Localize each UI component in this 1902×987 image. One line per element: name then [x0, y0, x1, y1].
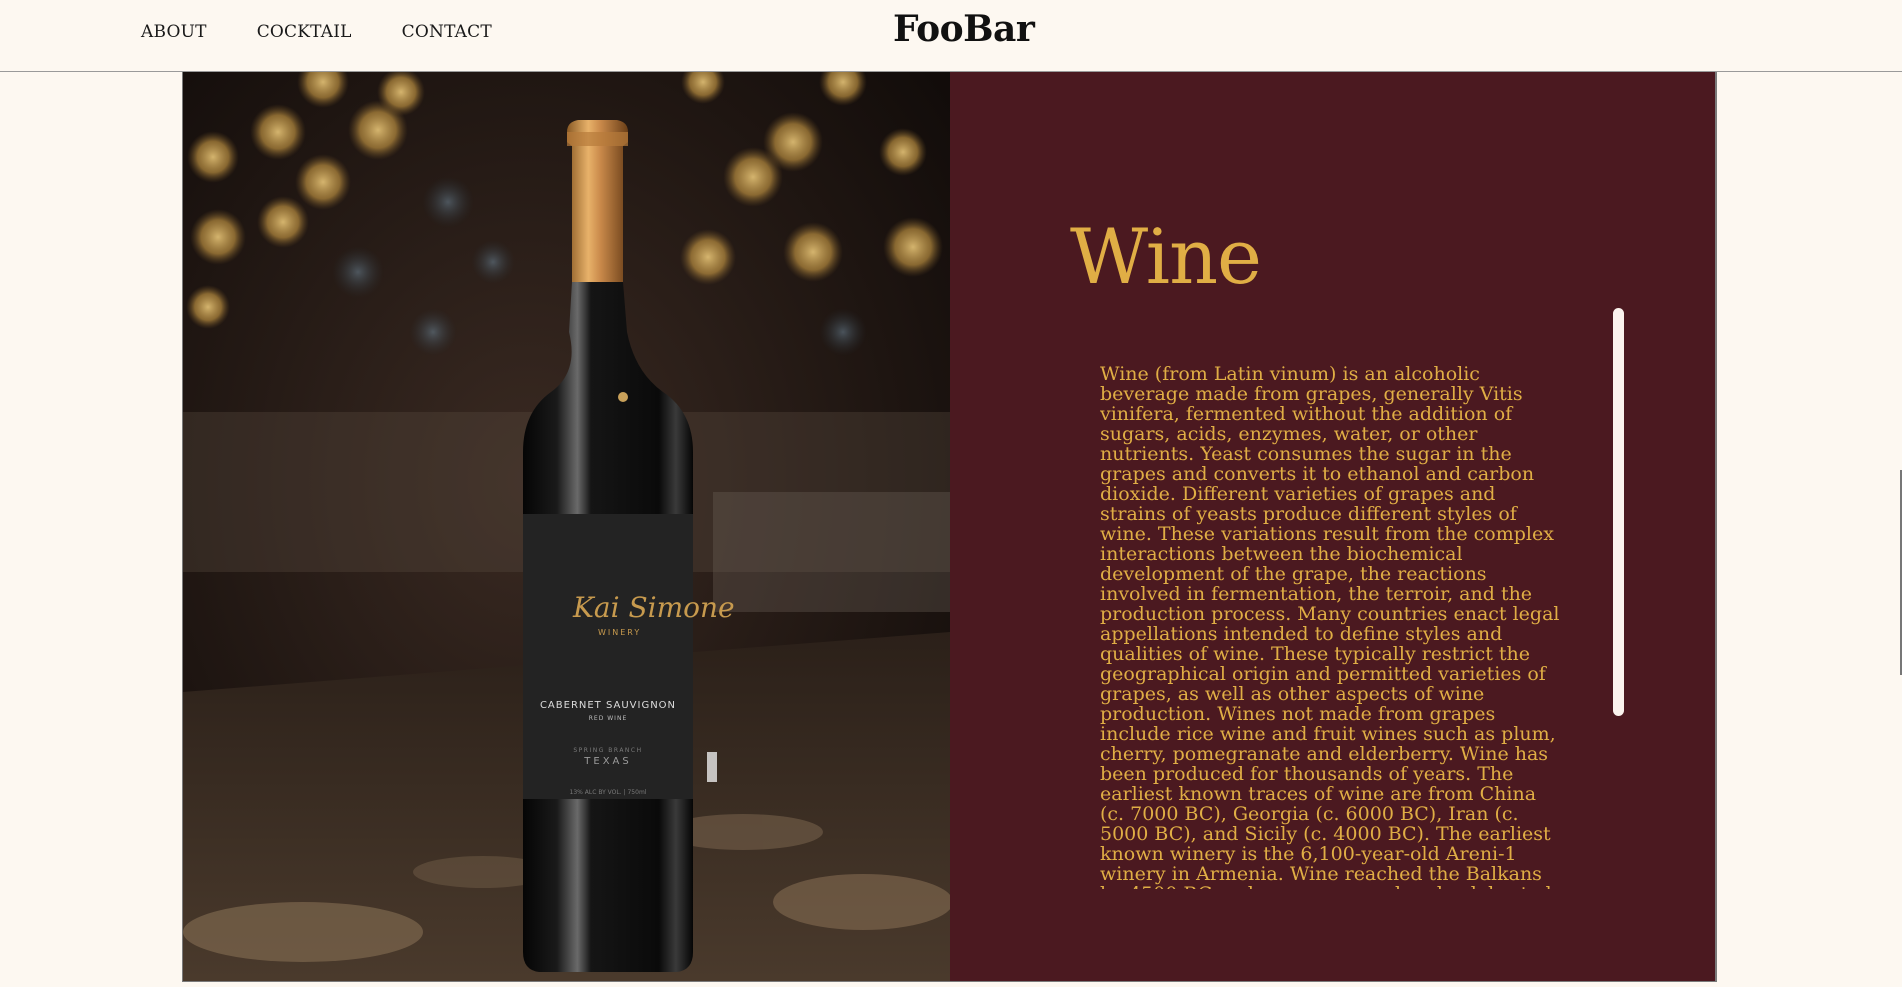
- bottle-label-varietal: CABERNET SAUVIGNON: [540, 700, 676, 711]
- bottle-label-winery: WINERY: [598, 628, 641, 637]
- description-scrollbar[interactable]: [1613, 308, 1624, 716]
- main-nav: ABOUT COCKTAIL CONTACT: [141, 22, 492, 42]
- bottle-label-type: RED WINE: [589, 715, 627, 722]
- page-title: Wine: [1070, 212, 1262, 301]
- description-scroll-area[interactable]: Wine (from Latin vinum) is an alcoholic …: [1100, 364, 1560, 889]
- nav-cocktail-link[interactable]: COCKTAIL: [257, 22, 352, 42]
- bottle-label-abv: 13% ALC BY VOL. | 750ml: [570, 789, 647, 796]
- nav-contact-link[interactable]: CONTACT: [402, 22, 492, 42]
- bottle-label-script: Kai Simone: [572, 591, 735, 624]
- wine-info-panel: Wine Wine (from Latin vinum) is an alcoh…: [950, 72, 1715, 981]
- brand-logo[interactable]: FooBar: [893, 8, 1035, 50]
- bottle-label-origin-small: SPRING BRANCH: [573, 747, 642, 754]
- hero-photo: Kai Simone WINERY CABERNET SAUVIGNON RED…: [183, 72, 950, 981]
- nav-about-link[interactable]: ABOUT: [141, 22, 207, 42]
- bottle-label-origin: TEXAS: [583, 756, 631, 767]
- wine-description: Wine (from Latin vinum) is an alcoholic …: [1100, 364, 1560, 889]
- top-navbar: ABOUT COCKTAIL CONTACT FooBar: [0, 0, 1902, 72]
- wine-bottle-image: Kai Simone WINERY CABERNET SAUVIGNON RED…: [183, 72, 950, 981]
